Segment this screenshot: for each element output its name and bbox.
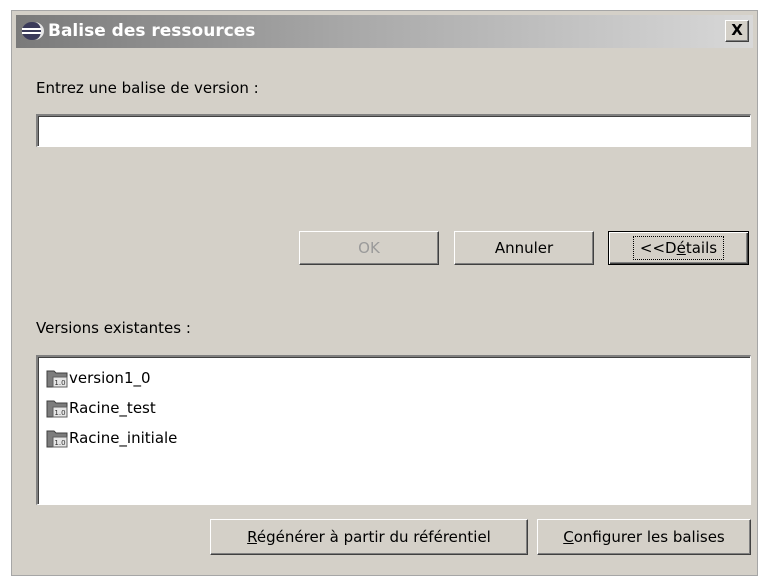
regenerate-button-label: Régénérer à partir du référentiel: [247, 528, 491, 546]
details-button-focus: <<Détails: [632, 236, 725, 260]
details-label-suffix: tails: [685, 239, 718, 257]
configure-mnemonic: C: [563, 528, 574, 546]
version-tag-icon: 1.0: [46, 430, 68, 448]
ok-button-label: OK: [358, 239, 380, 257]
configure-tags-button[interactable]: Configurer les balises: [537, 519, 751, 555]
regenerate-mnemonic: R: [247, 528, 257, 546]
svg-text:1.0: 1.0: [54, 439, 65, 447]
cancel-button[interactable]: Annuler: [454, 231, 594, 265]
version-name: Racine_initiale: [69, 429, 178, 447]
tag-resources-dialog: Balise des ressources X Entrez une balis…: [11, 10, 758, 576]
versions-list[interactable]: 1.0 version1_0 1.0 Racine_test 1.0 Racin…: [36, 355, 751, 505]
svg-text:1.0: 1.0: [54, 379, 65, 387]
close-button[interactable]: X: [725, 20, 749, 42]
version-tag-icon: 1.0: [46, 370, 68, 388]
details-button[interactable]: <<Détails: [608, 231, 749, 265]
tag-input-label: Entrez une balise de version :: [36, 79, 259, 97]
close-icon: X: [731, 21, 743, 39]
tag-input[interactable]: [38, 116, 750, 146]
details-label-prefix: <<D: [639, 239, 677, 257]
svg-text:1.0: 1.0: [54, 409, 65, 417]
title-bar[interactable]: Balise des ressources X: [16, 15, 753, 48]
list-item[interactable]: 1.0 version1_0: [46, 364, 151, 392]
regenerate-button[interactable]: Régénérer à partir du référentiel: [210, 519, 528, 555]
regenerate-label-suffix: égénérer à partir du référentiel: [256, 528, 491, 546]
configure-label-suffix: onfigurer les balises: [573, 528, 725, 546]
list-item[interactable]: 1.0 Racine_test: [46, 394, 156, 422]
list-item[interactable]: 1.0 Racine_initiale: [46, 424, 177, 452]
eclipse-app-icon: [22, 22, 44, 40]
cancel-button-label: Annuler: [494, 239, 554, 257]
window-title: Balise des ressources: [48, 21, 256, 41]
version-name: version1_0: [69, 369, 151, 387]
configure-button-label: Configurer les balises: [563, 528, 725, 546]
tag-input-frame: [36, 114, 751, 147]
ok-button[interactable]: OK: [299, 231, 439, 265]
versions-label: Versions existantes :: [36, 319, 191, 337]
details-mnemonic: é: [676, 239, 686, 257]
version-name: Racine_test: [69, 399, 156, 417]
version-tag-icon: 1.0: [46, 400, 68, 418]
